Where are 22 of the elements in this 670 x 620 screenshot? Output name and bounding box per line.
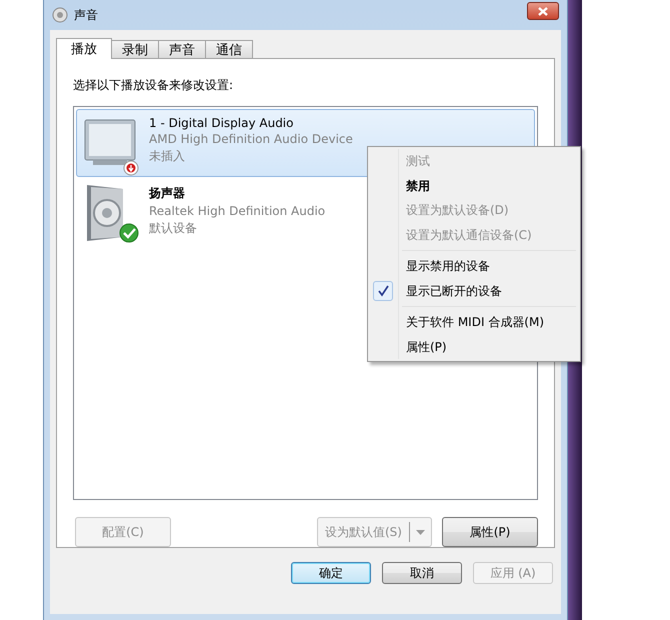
- menu-item[interactable]: 关于软件 MIDI 合成器(M): [370, 310, 578, 334]
- device-status: 未插入: [149, 148, 186, 165]
- close-icon: [537, 6, 549, 16]
- properties-button[interactable]: 属性(P): [442, 517, 538, 547]
- tab[interactable]: 通信: [205, 40, 253, 58]
- tab[interactable]: 声音: [158, 40, 206, 58]
- instruction-text: 选择以下播放设备来修改设置:: [73, 77, 234, 94]
- device-name: 扬声器: [149, 185, 186, 202]
- device-description: Realtek High Definition Audio: [149, 204, 326, 218]
- tab[interactable]: 录制: [111, 40, 159, 58]
- tab[interactable]: 播放: [56, 38, 112, 59]
- dropdown-arrow-icon: [415, 528, 426, 536]
- dialog-button[interactable]: 取消: [382, 562, 462, 584]
- menu-item[interactable]: 属性(P): [370, 334, 578, 359]
- device-description: AMD High Definition Audio Device: [149, 132, 353, 146]
- window-title: 声音: [74, 6, 98, 24]
- dialog-button[interactable]: 确定: [291, 562, 371, 584]
- menu-item[interactable]: 显示禁用的设备: [370, 254, 578, 278]
- close-button[interactable]: [527, 2, 559, 20]
- device-name: 1 - Digital Display Audio: [149, 116, 294, 130]
- device-status: 默认设备: [149, 220, 198, 237]
- menu-item[interactable]: 显示已断开的设备: [370, 278, 578, 303]
